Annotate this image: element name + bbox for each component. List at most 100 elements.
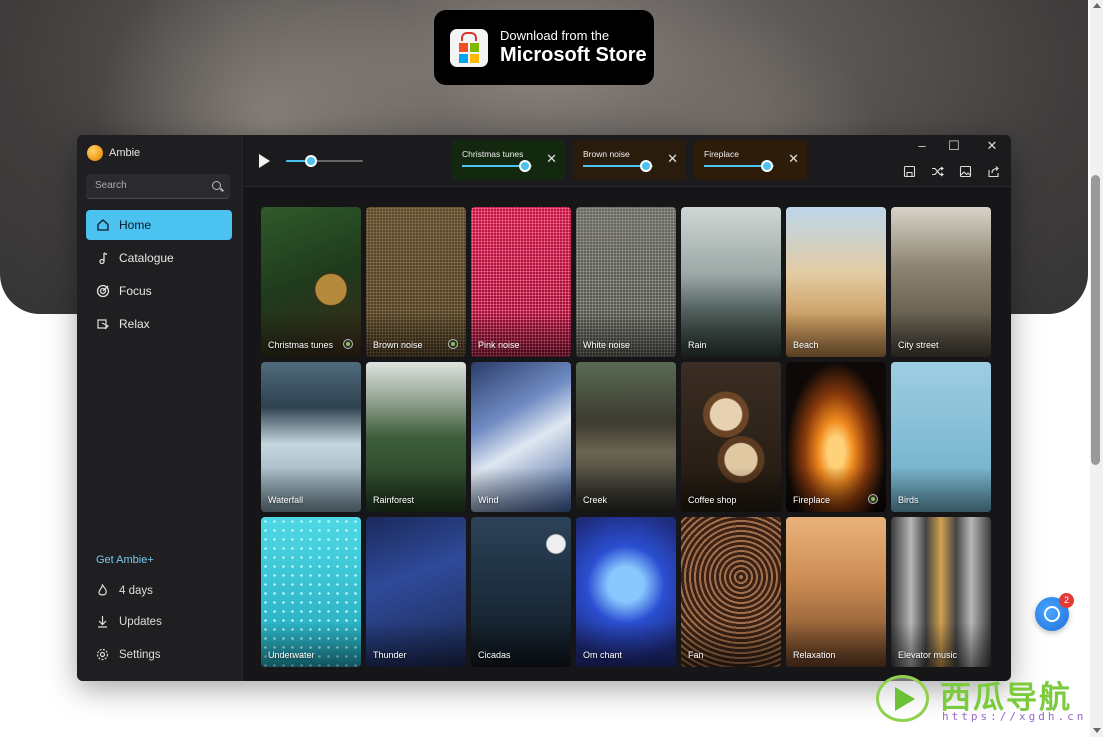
watermark-url: https://xgdh.cn — [942, 710, 1087, 723]
volume-thumb[interactable] — [640, 160, 652, 172]
share-icon[interactable] — [987, 165, 1000, 178]
sound-tile-wind[interactable]: Wind — [471, 362, 571, 512]
sound-tile-rain[interactable]: Rain — [681, 207, 781, 357]
streak-label: 4 days — [119, 584, 153, 597]
sound-tile-creek[interactable]: Creek — [576, 362, 676, 512]
updates-item[interactable]: Updates — [96, 615, 162, 628]
home-icon — [96, 218, 110, 232]
image-icon[interactable] — [959, 165, 972, 178]
nav-home-label: Home — [119, 218, 152, 232]
sound-tile-coffee-shop[interactable]: Coffee shop — [681, 362, 781, 512]
minimize-icon[interactable]: – — [911, 139, 933, 153]
sound-volume-slider[interactable] — [583, 160, 653, 172]
close-icon[interactable]: ✕ — [546, 152, 557, 165]
player-bar: Christmas tunes ✕ Brown noise ✕ Fireplac… — [244, 135, 1011, 187]
sound-tile-beach[interactable]: Beach — [786, 207, 886, 357]
sound-tile-label: Elevator music — [898, 650, 958, 660]
scroll-down-icon[interactable] — [1093, 728, 1101, 733]
sound-tile-label: Brown noise — [373, 340, 423, 350]
active-sound-name: Fireplace — [704, 149, 739, 159]
save-icon[interactable] — [903, 165, 916, 178]
active-sound-name: Christmas tunes — [462, 149, 524, 159]
sound-tile-waterfall[interactable]: Waterfall — [261, 362, 361, 512]
store-bag-icon — [450, 28, 488, 67]
nav-home[interactable]: Home — [86, 210, 232, 240]
sound-tile-label: Thunder — [373, 650, 407, 660]
scroll-up-icon[interactable] — [1093, 3, 1101, 8]
sound-tile-thunder[interactable]: Thunder — [366, 517, 466, 667]
flame-icon — [96, 584, 109, 597]
search-input[interactable]: Search — [86, 174, 230, 199]
gear-icon — [96, 648, 109, 661]
nav-relax[interactable]: Relax — [86, 309, 232, 339]
close-icon[interactable]: ✕ — [667, 152, 678, 165]
playing-indicator-icon — [343, 339, 353, 349]
settings-item[interactable]: Settings — [96, 648, 161, 661]
sound-tile-om-chant[interactable]: Om chant — [576, 517, 676, 667]
sound-tile-fan[interactable]: Fan — [681, 517, 781, 667]
sound-volume-slider[interactable] — [462, 160, 532, 172]
sound-tile-underwater[interactable]: Underwater — [261, 517, 361, 667]
window-close-icon[interactable]: ✕ — [981, 139, 1003, 153]
shuffle-icon[interactable] — [931, 165, 944, 178]
sound-tile-label: Relaxation — [793, 650, 836, 660]
sound-tile-label: Om chant — [583, 650, 623, 660]
active-sound-chip[interactable]: Christmas tunes ✕ — [452, 140, 565, 180]
music-note-icon — [96, 251, 110, 265]
search-icon[interactable] — [212, 181, 221, 190]
play-icon[interactable] — [259, 154, 270, 168]
app-name: Ambie — [109, 147, 141, 159]
sound-tile-label: Cicadas — [478, 650, 511, 660]
sound-tile-city-street[interactable]: City street — [891, 207, 991, 357]
sound-tile-label: City street — [898, 340, 939, 350]
sidebar: Ambie Search Home Catalogue Focus Relax … — [77, 135, 243, 681]
watermark-play-icon — [876, 675, 929, 722]
sound-tile-cicadas[interactable]: Cicadas — [471, 517, 571, 667]
watermark-logo: 西瓜导航 https://xgdh.cn — [876, 672, 1086, 727]
nav-catalogue[interactable]: Catalogue — [86, 243, 232, 273]
sound-tile-label: Creek — [583, 495, 608, 505]
streak-item[interactable]: 4 days — [96, 584, 153, 597]
sound-tile-brown-noise[interactable]: Brown noise — [366, 207, 466, 357]
updates-label: Updates — [119, 615, 162, 628]
sound-tile-label: Underwater — [268, 650, 315, 660]
volume-thumb[interactable] — [519, 160, 531, 172]
app-brand: Ambie — [87, 145, 140, 161]
ambie-window: Ambie Search Home Catalogue Focus Relax … — [77, 135, 1011, 681]
get-ambie-plus-link[interactable]: Get Ambie+ — [96, 554, 154, 566]
ambie-logo-icon — [87, 145, 103, 161]
sound-tile-label: White noise — [583, 340, 631, 350]
nav-focus[interactable]: Focus — [86, 276, 232, 306]
download-icon — [96, 615, 109, 628]
broadcast-icon — [1044, 606, 1060, 622]
sound-tile-rainforest[interactable]: Rainforest — [366, 362, 466, 512]
sound-tile-elevator-music[interactable]: Elevator music — [891, 517, 991, 667]
active-sound-chip[interactable]: Brown noise ✕ — [573, 140, 686, 180]
store-badge-line1: Download from the — [500, 27, 610, 43]
nav-relax-label: Relax — [119, 317, 150, 331]
maximize-icon[interactable]: ☐ — [943, 139, 965, 153]
sound-tile-label: Rainforest — [373, 495, 415, 505]
sound-tile-pink-noise[interactable]: Pink noise — [471, 207, 571, 357]
sound-tile-birds[interactable]: Birds — [891, 362, 991, 512]
sound-tile-label: Wind — [478, 495, 499, 505]
active-sound-chip[interactable]: Fireplace ✕ — [694, 140, 807, 180]
close-icon[interactable]: ✕ — [788, 152, 799, 165]
sound-tile-relaxation[interactable]: Relaxation — [786, 517, 886, 667]
sound-tile-white-noise[interactable]: White noise — [576, 207, 676, 357]
master-volume-slider[interactable] — [286, 155, 363, 167]
sound-volume-slider[interactable] — [704, 160, 774, 172]
active-sound-name: Brown noise — [583, 149, 630, 159]
search-placeholder: Search — [95, 180, 127, 191]
sound-tile-fireplace[interactable]: Fireplace — [786, 362, 886, 512]
sound-tile-label: Waterfall — [268, 495, 304, 505]
volume-thumb[interactable] — [761, 160, 773, 172]
volume-thumb[interactable] — [305, 155, 318, 167]
notification-badge: 2 — [1059, 593, 1074, 608]
settings-label: Settings — [119, 648, 161, 661]
microsoft-store-badge[interactable]: Download from the Microsoft Store — [434, 10, 654, 85]
sound-tile-label: Christmas tunes — [268, 340, 334, 350]
scrollbar-thumb[interactable] — [1091, 175, 1100, 465]
sound-tile-christmas-tunes[interactable]: Christmas tunes — [261, 207, 361, 357]
nav-focus-label: Focus — [119, 284, 152, 298]
